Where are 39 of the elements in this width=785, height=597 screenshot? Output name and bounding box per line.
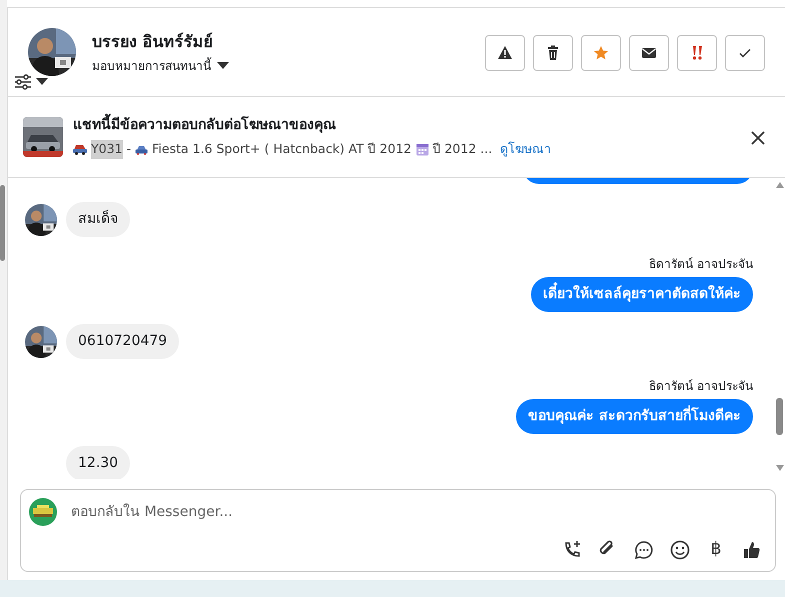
scroll-down-icon[interactable]: [776, 465, 784, 471]
car-icon: [135, 144, 148, 154]
message-bubble: 12.30: [66, 446, 130, 479]
view-ad-link[interactable]: ดูโฆษณา: [500, 140, 552, 159]
trash-button[interactable]: [533, 35, 573, 71]
check-button[interactable]: [725, 35, 765, 71]
scrollbar[interactable]: [0, 0, 7, 580]
contact-name: บรรยง อินทร์รัมย์: [92, 31, 214, 53]
ad-code: Y031: [91, 140, 122, 159]
scrollbar-thumb[interactable]: [0, 185, 5, 261]
scrollbar-thumb[interactable]: [776, 398, 783, 435]
warning-button[interactable]: [485, 35, 525, 71]
envelope-icon[interactable]: [641, 45, 657, 61]
currency-button[interactable]: ฿: [703, 537, 729, 563]
star-button[interactable]: [581, 35, 621, 71]
car-model: Fiesta 1.6 Sport+ ( Hatcnback) AT ปี 2012: [152, 140, 412, 158]
message-bubble: เดี๋ยวให้เซลล์คุยราคาตัดสดให้ค่ะ: [531, 277, 753, 312]
separator: -: [126, 140, 132, 158]
calendar-icon: [416, 143, 428, 156]
car-year: ปี 2012 ...: [432, 140, 492, 158]
sender-name: ธิดารัตน์ อาจประจัน: [649, 378, 753, 395]
exclamation-button[interactable]: [677, 35, 717, 71]
sender-name: ธิดารัตน์ อาจประจัน: [649, 256, 753, 273]
car-icon: [73, 144, 87, 155]
assign-label[interactable]: มอบหมายการสนทนานี้: [92, 57, 211, 75]
message-bubble: ขอบคุณค่ะ สะดวกรับสายกี่โมงดีคะ: [516, 399, 753, 434]
caret-icon[interactable]: [36, 78, 48, 86]
reply-field[interactable]: ตอบกลับใน Messenger... ฿: [20, 489, 776, 572]
close-icon[interactable]: [751, 130, 765, 145]
trash-icon[interactable]: [545, 45, 561, 61]
warning-icon[interactable]: [497, 45, 513, 61]
filter-icon[interactable]: [14, 74, 32, 90]
envelope-button[interactable]: [629, 35, 669, 71]
message-bubble: สมเด็จ: [66, 202, 130, 237]
scroll-up-icon[interactable]: [776, 182, 784, 188]
caret-icon[interactable]: [217, 62, 229, 70]
message-bubble: 0610720479: [66, 324, 180, 359]
ad-reply-title: แชทนี้มีข้อความตอบกลับต่อโฆษณาของคุณ: [73, 115, 737, 136]
star-icon[interactable]: [593, 45, 609, 61]
